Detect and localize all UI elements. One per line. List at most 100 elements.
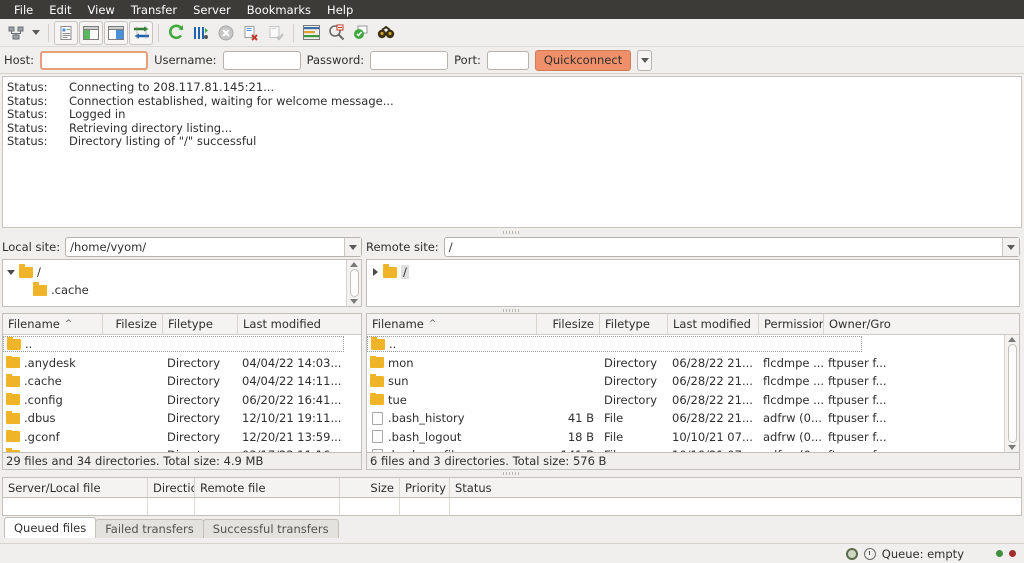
menu-item-server[interactable]: Server (185, 1, 239, 19)
queue-column-direction[interactable]: Directio (148, 478, 195, 497)
menu-item-file[interactable]: File (6, 1, 41, 19)
remote-file-list[interactable]: Filename ^ Filesize Filetype Last modifi… (366, 313, 1020, 453)
menu-item-help[interactable]: Help (319, 1, 361, 19)
chevron-down-icon[interactable] (344, 238, 361, 256)
remote-site-combo[interactable]: / (443, 237, 1020, 257)
table-row[interactable]: sun Directory 06/28/22 21... flcdmpe ...… (367, 372, 1004, 391)
queue-column-status[interactable]: Status (450, 478, 1021, 497)
remote-directory-tree[interactable]: / (366, 259, 1020, 307)
scroll-thumb[interactable] (1007, 344, 1017, 443)
column-label: Size (370, 480, 394, 495)
column-header-filename[interactable]: Filename ^ (367, 314, 537, 334)
host-input[interactable] (40, 50, 149, 70)
queue-column-size[interactable]: Size (340, 478, 400, 497)
file-icon (372, 448, 383, 452)
toggle-local-tree-icon[interactable] (79, 20, 103, 45)
transfer-indicator-red (1009, 550, 1016, 557)
column-label: Priority (405, 480, 446, 495)
scroll-down-icon[interactable] (1008, 445, 1016, 450)
column-label: Filesize (115, 317, 157, 331)
table-row[interactable]: .. (3, 335, 361, 354)
port-input[interactable] (486, 50, 529, 70)
queue-column-priority[interactable]: Priority (400, 478, 450, 497)
expander-down-icon[interactable] (3, 269, 19, 275)
password-input[interactable] (370, 50, 449, 70)
scroll-thumb[interactable] (349, 269, 359, 297)
menu-item-view[interactable]: View (80, 1, 123, 19)
quickconnect-history-dropdown[interactable] (637, 49, 653, 71)
expander-right-icon[interactable] (367, 268, 383, 276)
table-row[interactable]: .cache Directory 04/04/22 14:11... (3, 372, 361, 391)
menu-item-transfer[interactable]: Transfer (123, 1, 185, 19)
column-header-last-modified[interactable]: Last modified (238, 314, 361, 334)
find-files-icon[interactable] (374, 21, 398, 45)
tree-item[interactable]: / (367, 263, 1019, 281)
table-row[interactable]: .anydesk Directory 04/04/22 14:03... (3, 354, 361, 373)
local-file-list[interactable]: Filename ^ Filesize Filetype Last modifi… (2, 313, 362, 453)
menu-item-bookmarks[interactable]: Bookmarks (239, 1, 319, 19)
table-row[interactable]: .bash_logout 18 B File 10/10/21 07... ad… (367, 428, 1004, 447)
scroll-up-icon[interactable] (1008, 337, 1016, 342)
column-header-owner-group[interactable]: Owner/Gro (824, 314, 904, 334)
chevron-down-icon[interactable] (1002, 238, 1019, 256)
table-row[interactable]: .gconf Directory 12/20/21 13:59... (3, 428, 361, 447)
process-queue-icon[interactable] (189, 21, 213, 45)
column-header-filename[interactable]: Filename ^ (3, 314, 103, 334)
menu-item-edit[interactable]: Edit (41, 1, 79, 19)
username-input[interactable] (222, 50, 301, 70)
synchronized-browsing-icon[interactable] (349, 21, 373, 45)
cancel-operation-icon[interactable] (214, 21, 238, 45)
toggle-remote-tree-icon[interactable] (104, 20, 128, 45)
table-row[interactable]: .config Directory 06/20/22 16:41... (3, 391, 361, 410)
quickconnect-button[interactable]: Quickconnect (534, 49, 632, 71)
tab-queued-files[interactable]: Queued files (4, 517, 97, 538)
file-lists-row: Filename ^ Filesize Filetype Last modifi… (0, 313, 1024, 470)
queue-column-remote-file[interactable]: Remote file (195, 478, 340, 497)
local-directory-tree[interactable]: / .cache (2, 259, 362, 307)
file-permission: adfrw (0... (763, 411, 822, 426)
queue-splitter[interactable] (0, 470, 1024, 477)
tab-failed-transfers[interactable]: Failed transfers (95, 519, 204, 538)
table-row[interactable]: mon Directory 06/28/22 21... flcdmpe ...… (367, 354, 1004, 373)
queue-body[interactable] (2, 498, 1022, 516)
tab-successful-transfers[interactable]: Successful transfers (202, 519, 339, 538)
clock-icon[interactable] (863, 547, 876, 560)
column-header-filetype[interactable]: Filetype (600, 314, 668, 334)
toolbar-separator (158, 23, 159, 42)
table-row[interactable]: .. (367, 335, 1004, 354)
tree-item[interactable]: / (3, 263, 346, 281)
table-row[interactable]: .bash_profile 141 B File 10/10/21 07... … (367, 446, 1004, 452)
table-row[interactable]: tue Directory 06/28/22 21... flcdmpe ...… (367, 391, 1004, 410)
scroll-up-icon[interactable] (350, 262, 358, 267)
compare-directories-icon[interactable] (324, 21, 348, 45)
toggle-message-log-icon[interactable] (54, 20, 78, 45)
log-splitter[interactable] (0, 228, 1024, 236)
file-icon (372, 411, 383, 425)
site-manager-dropdown-icon[interactable] (29, 22, 43, 44)
remote-list-scrollbar[interactable] (1004, 335, 1019, 452)
toggle-transfer-queue-icon[interactable] (129, 20, 153, 45)
scroll-down-icon[interactable] (350, 299, 358, 304)
tree-item[interactable]: .cache (3, 281, 346, 299)
column-header-filesize[interactable]: Filesize (103, 314, 163, 334)
site-manager-icon[interactable] (4, 21, 28, 45)
column-header-filesize[interactable]: Filesize (537, 314, 600, 334)
file-type: Directory (167, 429, 221, 444)
queue-column-server-local-file[interactable]: Server/Local file (3, 478, 148, 497)
column-header-last-modified[interactable]: Last modified (668, 314, 759, 334)
table-row[interactable]: .bash_history 41 B File 06/28/22 21... a… (367, 409, 1004, 428)
refresh-icon[interactable] (164, 21, 188, 45)
table-row[interactable]: .gnome Directory 03/17/22 11:16 (3, 446, 361, 452)
filter-icon[interactable] (299, 21, 323, 45)
gear-icon[interactable] (845, 547, 858, 560)
table-row[interactable]: .dbus Directory 12/10/21 19:11... (3, 409, 361, 428)
disconnect-icon[interactable] (239, 21, 263, 45)
column-header-filetype[interactable]: Filetype (163, 314, 238, 334)
local-site-combo[interactable]: /home/vyom/ (65, 237, 362, 257)
reconnect-icon[interactable] (264, 21, 288, 45)
local-tree-scrollbar[interactable] (346, 260, 361, 306)
sort-ascending-icon: ^ (428, 319, 437, 329)
log-label: Status: (7, 80, 48, 94)
queue-cell (3, 498, 148, 515)
column-header-permission[interactable]: Permission (759, 314, 824, 334)
